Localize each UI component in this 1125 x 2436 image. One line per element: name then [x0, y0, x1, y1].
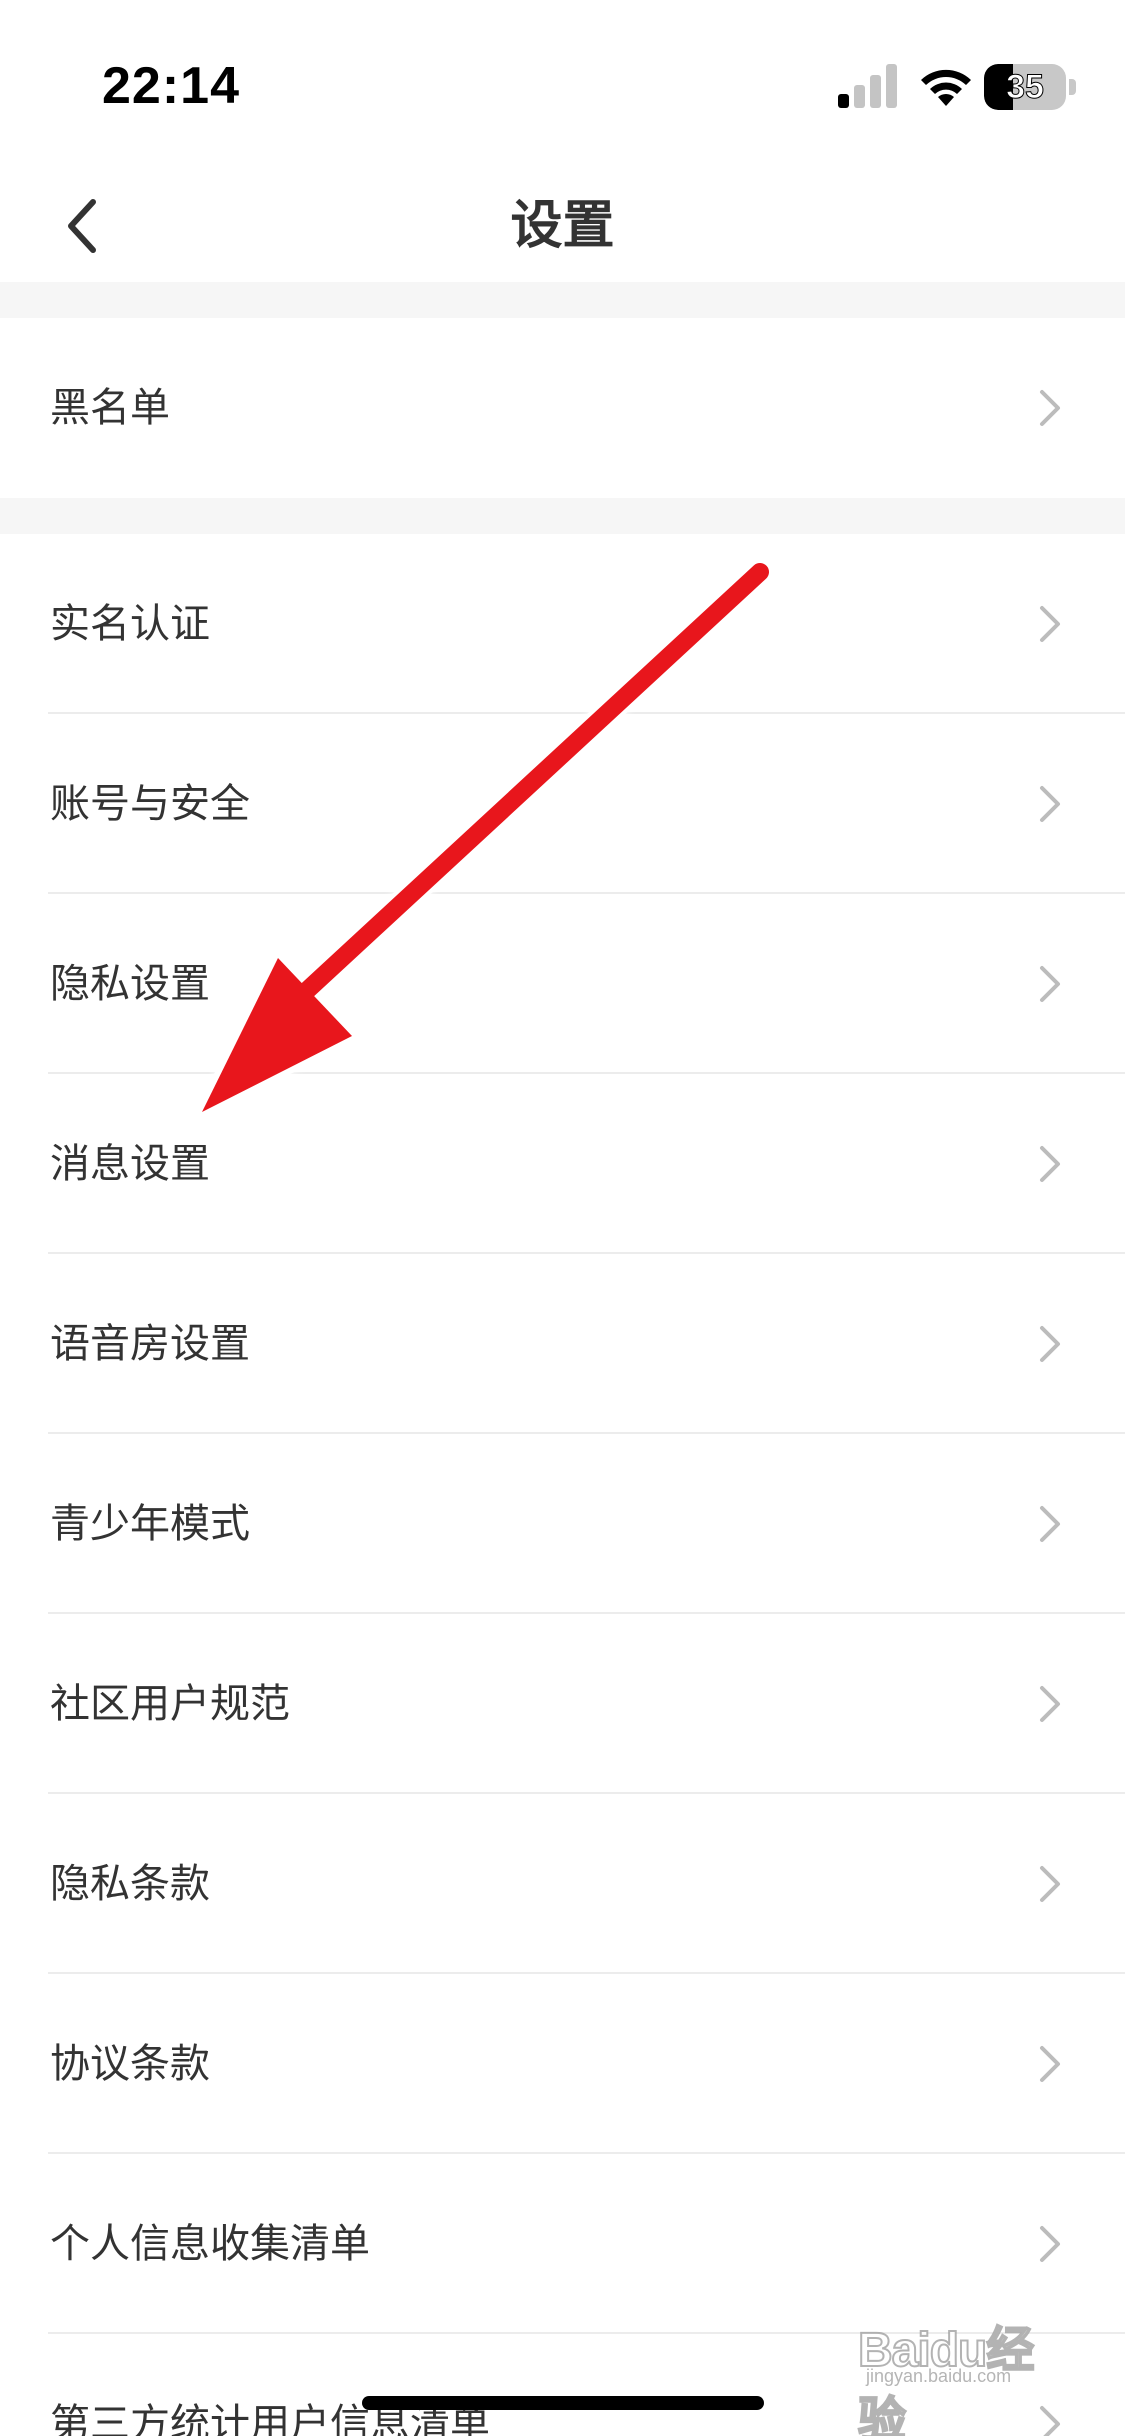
- settings-row-privacy-settings[interactable]: 隐私设置: [0, 894, 1125, 1074]
- row-label: 消息设置: [50, 1141, 210, 1187]
- navigation-bar: 设置: [0, 170, 1125, 282]
- chevron-right-icon: [1040, 966, 1060, 1002]
- row-label: 隐私设置: [50, 961, 210, 1007]
- battery-level: 35: [1006, 68, 1045, 107]
- row-label: 青少年模式: [50, 1501, 250, 1547]
- chevron-right-icon: [1040, 1326, 1060, 1362]
- row-label: 协议条款: [50, 2041, 210, 2087]
- chevron-right-icon: [1040, 1146, 1060, 1182]
- settings-row-personal-info-list[interactable]: 个人信息收集清单: [0, 2154, 1125, 2334]
- chevron-left-icon: [68, 199, 96, 253]
- wifi-icon: [921, 69, 971, 106]
- settings-row-privacy-terms[interactable]: 隐私条款: [0, 1794, 1125, 1974]
- settings-row-blacklist[interactable]: 黑名单: [0, 318, 1125, 498]
- cellular-signal-icon: [838, 64, 897, 108]
- chevron-right-icon: [1040, 606, 1060, 642]
- chevron-right-icon: [1040, 390, 1060, 426]
- status-bar: 22:14 35: [0, 0, 1125, 170]
- chevron-right-icon: [1040, 1506, 1060, 1542]
- settings-row-agreement-terms[interactable]: 协议条款: [0, 1974, 1125, 2154]
- settings-row-voice-room-settings[interactable]: 语音房设置: [0, 1254, 1125, 1434]
- home-indicator[interactable]: [362, 2396, 764, 2410]
- row-label: 账号与安全: [50, 781, 250, 827]
- row-label: 隐私条款: [50, 1861, 210, 1907]
- back-button[interactable]: [40, 184, 124, 268]
- battery-icon: 35: [984, 64, 1076, 110]
- row-label: 个人信息收集清单: [50, 2221, 370, 2267]
- chevron-right-icon: [1040, 1866, 1060, 1902]
- group-separator: [0, 282, 1125, 318]
- chevron-right-icon: [1040, 2046, 1060, 2082]
- settings-row-community-guidelines[interactable]: 社区用户规范: [0, 1614, 1125, 1794]
- chevron-right-icon: [1040, 1686, 1060, 1722]
- settings-row-message-settings[interactable]: 消息设置: [0, 1074, 1125, 1254]
- page-title: 设置: [510, 196, 615, 256]
- baidu-watermark: Baidu经验 jingyan.baidu.com: [857, 2310, 1068, 2436]
- row-label: 黑名单: [50, 385, 170, 431]
- settings-row-account-security[interactable]: 账号与安全: [0, 714, 1125, 894]
- chevron-right-icon: [1040, 786, 1060, 822]
- settings-row-real-name-verification[interactable]: 实名认证: [0, 534, 1125, 714]
- watermark-url: jingyan.baidu.com: [866, 2366, 1012, 2386]
- row-label: 社区用户规范: [50, 1681, 290, 1727]
- settings-row-teen-mode[interactable]: 青少年模式: [0, 1434, 1125, 1614]
- chevron-right-icon: [1040, 2226, 1060, 2262]
- row-label: 语音房设置: [50, 1321, 250, 1367]
- row-label: 第三方统计用户信息清单: [50, 2401, 490, 2436]
- row-label: 实名认证: [50, 601, 210, 647]
- group-separator: [0, 498, 1125, 534]
- status-time: 22:14: [102, 57, 240, 115]
